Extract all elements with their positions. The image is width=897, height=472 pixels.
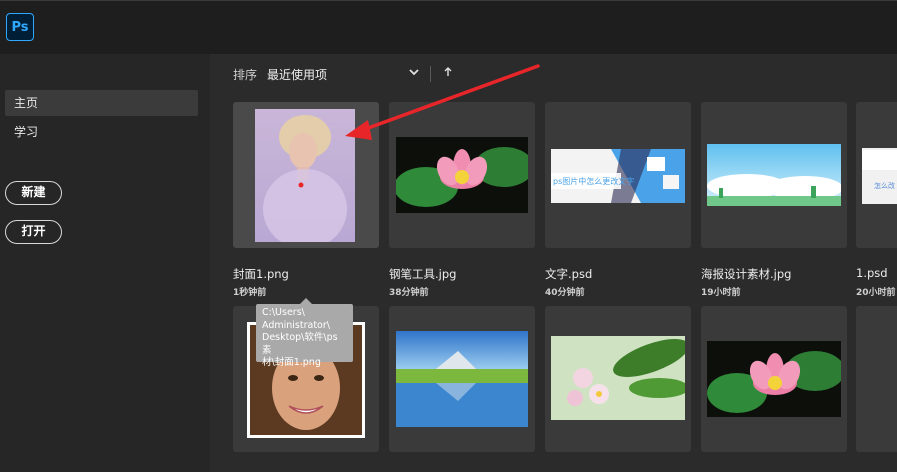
annotation-arrow-icon [345, 64, 540, 140]
